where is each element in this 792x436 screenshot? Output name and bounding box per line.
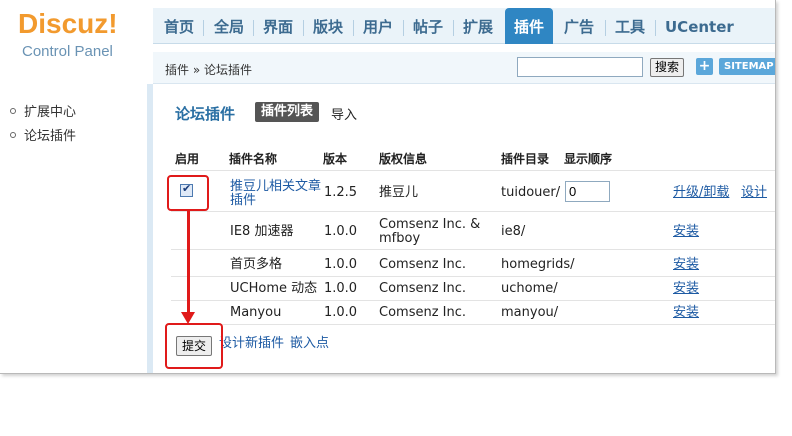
divider bbox=[171, 249, 775, 250]
nav-tab-extend[interactable]: 扩展 bbox=[454, 8, 502, 44]
column-header-order: 显示顺序 bbox=[564, 152, 613, 166]
plugin-version: 1.2.5 bbox=[324, 185, 358, 200]
app-window: Discuz! Control Panel 首页 全局 界面 版块 用户 帖子 … bbox=[0, 0, 776, 374]
nav-tab-posts[interactable]: 帖子 bbox=[404, 8, 452, 44]
nav-tab-home[interactable]: 首页 bbox=[155, 8, 203, 44]
breadcrumb: 插件 » 论坛插件 bbox=[165, 63, 252, 77]
install-link[interactable]: 安装 bbox=[673, 225, 699, 239]
plugin-name-link[interactable]: 推豆儿相关文章 插件 bbox=[230, 180, 321, 208]
logo[interactable]: Discuz! Control Panel bbox=[0, 0, 153, 84]
divider bbox=[171, 300, 775, 301]
sidebar: 扩展中心 论坛插件 bbox=[0, 84, 153, 373]
divider bbox=[171, 324, 775, 325]
install-link[interactable]: 安装 bbox=[673, 258, 699, 272]
tab-import[interactable]: 导入 bbox=[331, 104, 357, 123]
plugin-version: 1.0.0 bbox=[324, 224, 358, 239]
plugin-directory: uchome/ bbox=[501, 281, 558, 296]
nav-tab-ucenter[interactable]: UCenter bbox=[656, 8, 743, 44]
nav-tab-global[interactable]: 全局 bbox=[205, 8, 253, 44]
annotation-arrow-line bbox=[187, 211, 190, 314]
divider bbox=[171, 170, 775, 171]
bullet-icon bbox=[10, 131, 16, 138]
plugin-copyright: 推豆儿 bbox=[379, 185, 419, 200]
design-link[interactable]: 设计 bbox=[741, 186, 767, 200]
plugin-copyright: Comsenz Inc. bbox=[379, 281, 467, 296]
nav-tab-ads[interactable]: 广告 bbox=[555, 8, 603, 44]
plugin-copyright: Comsenz Inc. bbox=[379, 305, 467, 320]
sidebar-item-label: 论坛插件 bbox=[24, 129, 77, 144]
plugin-name: IE8 加速器 bbox=[230, 224, 294, 239]
nav-tab-tools[interactable]: 工具 bbox=[606, 8, 654, 44]
plugin-name: Manyou bbox=[230, 305, 282, 320]
design-new-plugin-link[interactable]: 设计新插件 bbox=[219, 337, 284, 351]
search-input[interactable] bbox=[517, 57, 643, 77]
plugin-version: 1.0.0 bbox=[324, 305, 358, 320]
nav-tab-plugins[interactable]: 插件 bbox=[505, 8, 553, 44]
divider bbox=[171, 211, 775, 212]
plugin-copyright: Comsenz Inc. bbox=[379, 257, 467, 272]
top-nav: 首页 全局 界面 版块 用户 帖子 扩展 插件 广告 工具 UCenter bbox=[153, 8, 775, 44]
annotation-highlight-checkbox bbox=[167, 175, 209, 211]
plugin-name: 首页多格 bbox=[230, 257, 283, 272]
plugin-directory: ie8/ bbox=[501, 224, 526, 239]
add-shortcut-button[interactable]: + bbox=[696, 58, 713, 75]
plugin-version: 1.0.0 bbox=[324, 257, 358, 272]
tab-plugin-list[interactable]: 插件列表 bbox=[255, 102, 320, 122]
main-content: 论坛插件 插件列表 导入 启用 插件名称 版本 版权信息 插件目录 显示顺序 推… bbox=[153, 84, 775, 373]
sidebar-item-label: 扩展中心 bbox=[24, 105, 77, 120]
upgrade-uninstall-link[interactable]: 升级/卸载 bbox=[673, 186, 729, 200]
search-button[interactable]: 搜索 bbox=[650, 58, 684, 77]
nav-divider bbox=[203, 20, 204, 36]
sidebar-item-extension-center[interactable]: 扩展中心 bbox=[10, 101, 76, 120]
install-link[interactable]: 安装 bbox=[673, 282, 699, 296]
sidebar-item-forum-plugins[interactable]: 论坛插件 bbox=[10, 125, 76, 144]
column-header-directory: 插件目录 bbox=[501, 152, 550, 166]
nav-tab-style[interactable]: 界面 bbox=[254, 8, 302, 44]
divider bbox=[171, 276, 775, 277]
breadcrumb-bar: 插件 » 论坛插件 搜索 + SITEMAP bbox=[153, 52, 775, 84]
nav-tab-users[interactable]: 用户 bbox=[354, 8, 402, 44]
logo-text: Discuz! bbox=[18, 8, 118, 39]
plugin-version: 1.0.0 bbox=[324, 281, 358, 296]
plugin-directory: tuidouer/ bbox=[501, 185, 561, 200]
plugin-copyright: Comsenz Inc. & mfboy bbox=[379, 217, 481, 246]
logo-subtitle: Control Panel bbox=[22, 43, 113, 60]
column-header-enable: 启用 bbox=[175, 152, 200, 166]
sitemap-button[interactable]: SITEMAP bbox=[719, 58, 775, 75]
plugin-directory: manyou/ bbox=[501, 305, 559, 320]
plugin-directory: homegrids/ bbox=[501, 257, 575, 272]
bullet-icon bbox=[10, 107, 16, 114]
display-order-input[interactable] bbox=[565, 181, 610, 202]
plugin-name: UCHome 动态 bbox=[230, 281, 318, 296]
column-header-name: 插件名称 bbox=[229, 152, 278, 166]
column-header-version: 版本 bbox=[323, 152, 348, 166]
install-link[interactable]: 安装 bbox=[673, 306, 699, 320]
nav-tab-forums[interactable]: 版块 bbox=[304, 8, 352, 44]
column-header-copyright: 版权信息 bbox=[379, 152, 428, 166]
annotation-highlight-submit bbox=[165, 323, 223, 369]
page-title: 论坛插件 bbox=[175, 105, 236, 123]
hook-points-link[interactable]: 嵌入点 bbox=[290, 337, 329, 351]
